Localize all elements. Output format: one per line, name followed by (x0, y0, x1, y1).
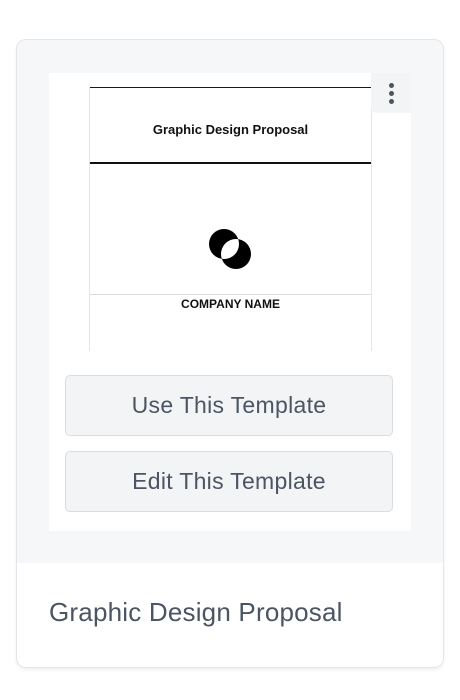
document-header-rule (90, 162, 371, 164)
document-page-preview: Graphic Design Proposal COMPANY NAME (89, 87, 372, 351)
menu-dot (388, 82, 394, 88)
card-footer: Graphic Design Proposal (17, 563, 443, 667)
menu-dot (388, 98, 394, 104)
template-card[interactable]: Graphic Design Proposal COMPANY NAME Use… (16, 39, 444, 668)
document-top-rule (90, 87, 371, 88)
menu-dot (388, 90, 394, 96)
edit-template-button[interactable]: Edit This Template (65, 451, 393, 512)
document-title: Graphic Design Proposal (152, 122, 309, 137)
document-divider (90, 294, 371, 295)
card-title: Graphic Design Proposal (49, 597, 343, 627)
template-thumbnail[interactable]: Graphic Design Proposal COMPANY NAME Use… (49, 73, 411, 531)
document-company-name: COMPANY NAME (181, 297, 280, 311)
kebab-menu-icon[interactable] (371, 73, 411, 113)
use-template-button[interactable]: Use This Template (65, 375, 393, 436)
template-preview-area: Graphic Design Proposal COMPANY NAME Use… (17, 40, 443, 563)
overlapping-circles-logo-icon (209, 229, 251, 269)
